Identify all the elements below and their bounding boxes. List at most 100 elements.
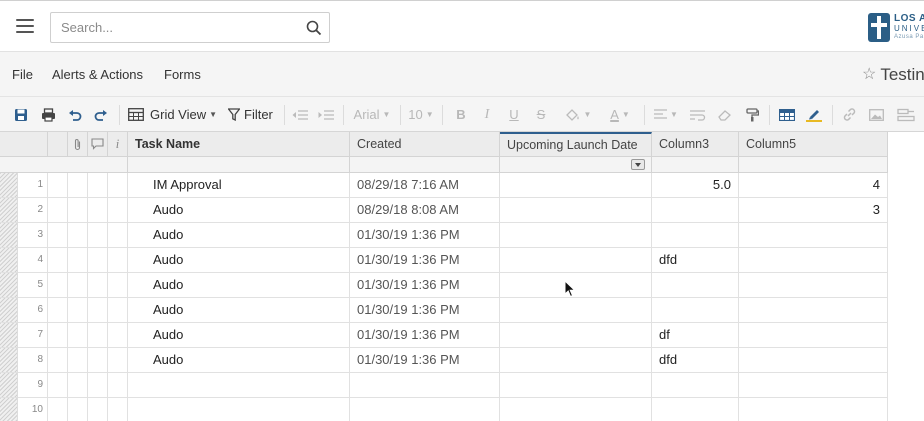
cell-task[interactable]: Audo bbox=[128, 348, 350, 373]
cell-a[interactable] bbox=[68, 173, 88, 198]
italic-button[interactable]: I bbox=[478, 97, 496, 132]
row-drag-handle[interactable] bbox=[0, 223, 18, 248]
cell-i[interactable] bbox=[108, 198, 128, 223]
cell-task[interactable]: Audo bbox=[128, 298, 350, 323]
cell-a[interactable] bbox=[68, 198, 88, 223]
cell-task[interactable]: Audo bbox=[128, 223, 350, 248]
cell-col3[interactable] bbox=[652, 198, 739, 223]
cell-h[interactable] bbox=[48, 298, 68, 323]
outdent-icon[interactable] bbox=[290, 97, 310, 132]
cell-c[interactable] bbox=[88, 298, 108, 323]
cell-a[interactable] bbox=[68, 248, 88, 273]
row-drag-handle[interactable] bbox=[0, 248, 18, 273]
cell-launch[interactable] bbox=[500, 298, 652, 323]
table-row[interactable]: 5 Audo 01/30/19 1:36 PM bbox=[0, 273, 888, 298]
row-drag-handle[interactable] bbox=[0, 398, 18, 421]
cell-col3[interactable] bbox=[652, 273, 739, 298]
cell-created[interactable]: 08/29/18 7:16 AM bbox=[350, 173, 500, 198]
cell-col5[interactable] bbox=[739, 373, 888, 398]
cell-created[interactable]: 01/30/19 1:36 PM bbox=[350, 298, 500, 323]
save-icon[interactable] bbox=[12, 97, 30, 132]
font-family-select[interactable]: Arial ▼ bbox=[352, 97, 392, 132]
cell-launch[interactable] bbox=[500, 198, 652, 223]
hamburger-menu-icon[interactable] bbox=[16, 19, 34, 33]
table-row[interactable]: 3 Audo 01/30/19 1:36 PM bbox=[0, 223, 888, 248]
cell-h[interactable] bbox=[48, 373, 68, 398]
cell-task[interactable]: Audo bbox=[128, 248, 350, 273]
cell-col3[interactable] bbox=[652, 398, 739, 421]
bold-button[interactable]: B bbox=[452, 97, 470, 132]
row-drag-handle[interactable] bbox=[0, 173, 18, 198]
cell-created[interactable] bbox=[350, 398, 500, 421]
cell-i[interactable] bbox=[108, 248, 128, 273]
comments-header[interactable] bbox=[88, 132, 108, 157]
cell-col5[interactable] bbox=[739, 248, 888, 273]
cell-c[interactable] bbox=[88, 348, 108, 373]
search-icon[interactable] bbox=[306, 20, 322, 36]
cell-a[interactable] bbox=[68, 348, 88, 373]
cell-a[interactable] bbox=[68, 298, 88, 323]
more-tools-icon[interactable] bbox=[893, 97, 919, 132]
cell-task[interactable]: Audo bbox=[128, 323, 350, 348]
table-row[interactable]: 6 Audo 01/30/19 1:36 PM bbox=[0, 298, 888, 323]
table-row[interactable]: 10 bbox=[0, 398, 888, 421]
star-icon[interactable]: ☆ bbox=[862, 64, 876, 84]
cell-col3[interactable]: df bbox=[652, 323, 739, 348]
cell-created[interactable]: 01/30/19 1:36 PM bbox=[350, 273, 500, 298]
cell-col5[interactable] bbox=[739, 223, 888, 248]
cell-a[interactable] bbox=[68, 398, 88, 421]
card-view-icon[interactable] bbox=[776, 97, 798, 132]
column-header-created[interactable]: Created bbox=[350, 132, 500, 157]
cell-col3[interactable] bbox=[652, 373, 739, 398]
cell-h[interactable] bbox=[48, 198, 68, 223]
cell-i[interactable] bbox=[108, 348, 128, 373]
cell-i[interactable] bbox=[108, 223, 128, 248]
cell-created[interactable]: 01/30/19 1:36 PM bbox=[350, 248, 500, 273]
cell-created[interactable]: 01/30/19 1:36 PM bbox=[350, 323, 500, 348]
cell-c[interactable] bbox=[88, 398, 108, 421]
cell-launch[interactable] bbox=[500, 273, 652, 298]
cell-col3[interactable]: dfd bbox=[652, 248, 739, 273]
cell-task[interactable]: Audo bbox=[128, 273, 350, 298]
cell-h[interactable] bbox=[48, 173, 68, 198]
attachments-header[interactable] bbox=[68, 132, 88, 157]
cell-launch[interactable] bbox=[500, 173, 652, 198]
row-drag-handle[interactable] bbox=[0, 273, 18, 298]
cell-launch[interactable] bbox=[500, 373, 652, 398]
search-input[interactable] bbox=[51, 13, 291, 42]
cell-i[interactable] bbox=[108, 173, 128, 198]
table-row[interactable]: 2 Audo 08/29/18 8:08 AM 3 bbox=[0, 198, 888, 223]
cell-a[interactable] bbox=[68, 273, 88, 298]
cell-h[interactable] bbox=[48, 323, 68, 348]
cell-i[interactable] bbox=[108, 323, 128, 348]
menu-alerts-actions[interactable]: Alerts & Actions bbox=[52, 67, 143, 82]
image-icon[interactable] bbox=[865, 97, 887, 132]
cell-task[interactable] bbox=[128, 373, 350, 398]
search-box[interactable] bbox=[50, 12, 330, 43]
format-painter-icon[interactable] bbox=[742, 97, 762, 132]
cell-launch[interactable] bbox=[500, 398, 652, 421]
cell-c[interactable] bbox=[88, 323, 108, 348]
redo-icon[interactable] bbox=[92, 97, 110, 132]
indent-icon[interactable] bbox=[316, 97, 336, 132]
link-icon[interactable] bbox=[838, 97, 860, 132]
table-row[interactable]: 4 Audo 01/30/19 1:36 PM dfd bbox=[0, 248, 888, 273]
cell-h[interactable] bbox=[48, 348, 68, 373]
cell-created[interactable]: 01/30/19 1:36 PM bbox=[350, 348, 500, 373]
cell-created[interactable]: 01/30/19 1:36 PM bbox=[350, 223, 500, 248]
cell-col3[interactable]: 5.0 bbox=[652, 173, 739, 198]
cell-i[interactable] bbox=[108, 273, 128, 298]
cell-col3[interactable]: dfd bbox=[652, 348, 739, 373]
font-size-select[interactable]: 10 ▼ bbox=[407, 97, 435, 132]
cell-c[interactable] bbox=[88, 248, 108, 273]
highlight-icon[interactable] bbox=[803, 97, 825, 132]
cell-col5[interactable] bbox=[739, 348, 888, 373]
row-drag-handle[interactable] bbox=[0, 198, 18, 223]
column-header-column5[interactable]: Column5 bbox=[739, 132, 888, 157]
column-header-task-name[interactable]: Task Name bbox=[128, 132, 350, 157]
cell-col5[interactable]: 3 bbox=[739, 198, 888, 223]
cell-h[interactable] bbox=[48, 273, 68, 298]
cell-col5[interactable] bbox=[739, 398, 888, 421]
wrap-text-icon[interactable] bbox=[688, 97, 708, 132]
row-drag-handle[interactable] bbox=[0, 323, 18, 348]
